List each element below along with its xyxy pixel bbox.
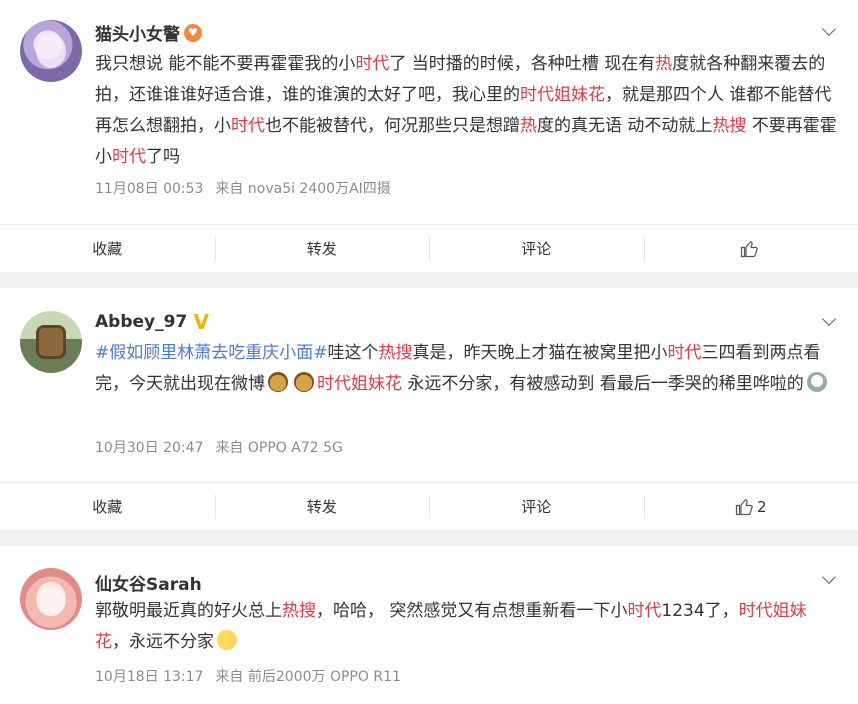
bear-emoji-icon	[268, 372, 288, 392]
thumb-up-icon	[735, 498, 753, 515]
timestamp: 10月18日 13:17	[95, 669, 204, 685]
ghost-emoji-icon	[806, 372, 827, 392]
chevron-down-icon[interactable]	[821, 311, 837, 327]
device-source: 来自 nova5i 2400万AI四摄	[215, 181, 391, 197]
comment-meta: 11月08日 00:53 来自 nova5i 2400万AI四摄	[95, 178, 391, 198]
comment-text-segment: 了 当时播的时候，各种吐槽 现在有	[389, 54, 656, 74]
bear-emoji-icon	[294, 372, 314, 392]
comment-button[interactable]: 评论	[429, 225, 644, 272]
like-button[interactable]: 2	[643, 483, 858, 530]
topic-hashtag-link[interactable]: #假如顾里林萧去吃重庆小面#	[95, 343, 328, 363]
highlight-keyword-link[interactable]: 时代	[231, 116, 265, 136]
comment-button[interactable]: 评论	[429, 483, 644, 530]
member-badge-icon: ♥	[184, 23, 202, 42]
comment-text-segment: 永远不分家，有被感动到 看最后一季哭的稀里哗啦的	[402, 374, 804, 394]
avatar[interactable]	[20, 568, 82, 630]
comment-text-segment: 了吗	[146, 147, 180, 167]
chevron-down-icon[interactable]	[821, 569, 837, 585]
chevron-down-icon[interactable]	[821, 21, 837, 37]
device-source: 来自 前后2000万 OPPO R11	[215, 669, 401, 685]
highlight-keyword-link[interactable]: 时代	[112, 147, 146, 167]
highlight-keyword-link[interactable]: 热搜	[282, 601, 316, 621]
avatar[interactable]	[20, 311, 82, 373]
thumb-up-icon	[740, 240, 758, 257]
comment-text-segment: ，永远不分家	[112, 632, 214, 652]
fear-emoji-icon	[217, 630, 237, 650]
comment-card: 猫头小女警 ♥ 我只想说 能不能不要再霍霍我的小时代了 当时播的时候，各种吐槽 …	[0, 0, 858, 272]
verified-badge-icon: V	[193, 310, 209, 334]
comment-text: 郭敬明最近真的好火总上热搜，哈哈， 突然感觉又有点想重新看一下小时代1234了，…	[95, 596, 840, 658]
comment-card: Abbey_97 V #假如顾里林萧去吃重庆小面#哇这个热搜真是，昨天晚上才猫在…	[0, 288, 858, 530]
highlight-keyword-link[interactable]: 热搜	[379, 343, 413, 363]
comment-meta: 10月30日 20:47 来自 OPPO A72 5G	[95, 437, 343, 457]
username[interactable]: Abbey_97 V	[95, 312, 211, 332]
avatar[interactable]	[20, 20, 82, 82]
action-bar: 收藏 转发 评论 2	[0, 482, 858, 530]
comment-meta: 10月18日 13:17 来自 前后2000万 OPPO R11	[95, 666, 401, 686]
collect-button[interactable]: 收藏	[0, 483, 215, 530]
highlight-keyword-link[interactable]: 时代	[627, 601, 661, 621]
username[interactable]: 仙女谷Sarah	[95, 570, 202, 595]
comment-text-segment: 郭敬明最近真的好火总上	[95, 601, 282, 621]
highlight-keyword-link[interactable]: 时代姐妹花	[520, 85, 605, 105]
highlight-keyword-link[interactable]: 热搜	[712, 116, 746, 136]
comment-text-segment: 我只想说 能不能不要再霍霍我的小	[95, 54, 356, 74]
action-bar: 收藏 转发 评论	[0, 224, 858, 272]
comment-text-segment: 也不能被替代，何况那些只是想蹭	[265, 116, 520, 136]
comment-card: 仙女谷Sarah 郭敬明最近真的好火总上热搜，哈哈， 突然感觉又有点想重新看一下…	[0, 546, 858, 704]
highlight-keyword-link[interactable]: 时代	[355, 54, 389, 74]
comment-text-segment: ，哈哈， 突然感觉又有点想重新看一下小	[316, 601, 628, 621]
repost-button[interactable]: 转发	[214, 225, 430, 272]
like-button[interactable]	[643, 225, 858, 272]
highlight-keyword-link[interactable]: 时代姐妹花	[317, 374, 402, 394]
collect-button[interactable]: 收藏	[0, 225, 215, 272]
highlight-keyword-link[interactable]: 时代	[668, 343, 702, 363]
comment-text-segment: 哇这个	[327, 343, 379, 363]
device-source: 来自 OPPO A72 5G	[215, 440, 343, 456]
highlight-keyword-link[interactable]: 热	[655, 54, 672, 74]
username[interactable]: 猫头小女警 ♥	[95, 20, 202, 45]
highlight-keyword-link[interactable]: 热	[520, 116, 537, 136]
comment-text-segment: 1234了，	[661, 601, 739, 621]
comment-text: #假如顾里林萧去吃重庆小面#哇这个热搜真是，昨天晚上才猫在被窝里把小时代三四看到…	[95, 338, 840, 400]
comment-text-segment: 真是，昨天晚上才猫在被窝里把小	[412, 343, 668, 363]
comment-text: 我只想说 能不能不要再霍霍我的小时代了 当时播的时候，各种吐槽 现在有热度就各种…	[95, 49, 840, 173]
timestamp: 10月30日 20:47	[95, 440, 204, 456]
repost-button[interactable]: 转发	[214, 483, 430, 530]
like-count: 2	[756, 497, 767, 516]
comment-text-segment: 度的真无语 动不动就上	[537, 116, 713, 136]
timestamp: 11月08日 00:53	[95, 181, 204, 197]
